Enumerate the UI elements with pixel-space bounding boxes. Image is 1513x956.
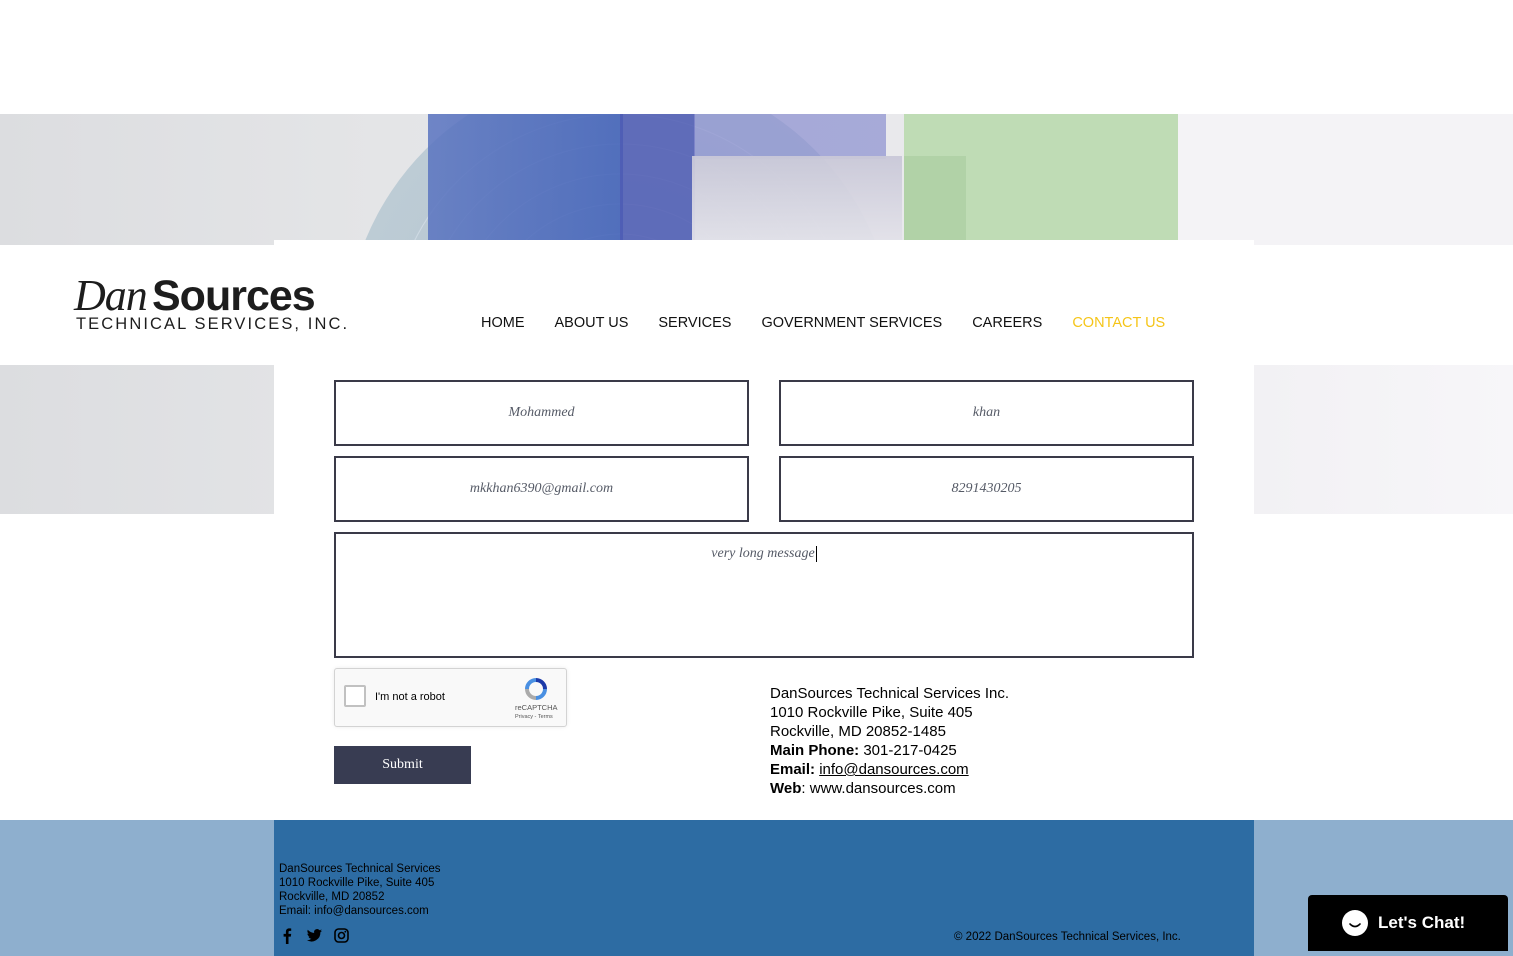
footer-city: Rockville, MD 20852: [279, 891, 385, 903]
address-city: Rockville, MD 20852-1485: [770, 723, 946, 740]
recaptcha-icon: [525, 678, 547, 700]
email-field[interactable]: mkkhan6390@gmail.com: [334, 456, 749, 522]
recaptcha-checkbox[interactable]: [344, 685, 366, 707]
submit-button[interactable]: Submit: [334, 746, 471, 784]
nav-contact-us[interactable]: CONTACT US: [1072, 315, 1165, 335]
address-company: DanSources Technical Services Inc.: [770, 685, 1010, 702]
nav-home[interactable]: HOME: [481, 315, 525, 335]
email-value: mkkhan6390@gmail.com: [469, 481, 614, 496]
facebook-icon[interactable]: [279, 927, 296, 944]
address-phone-line: Main Phone: 301-217-0425: [770, 741, 1009, 760]
nav-government-services[interactable]: GOVERNMENT SERVICES: [761, 315, 942, 335]
logo-sources: Sources: [152, 272, 316, 320]
company-logo[interactable]: Dan Sources TECHNICAL SERVICES, INC.: [74, 270, 354, 340]
recaptcha-widget: I'm not a robot reCAPTCHA Privacy - Term…: [334, 668, 567, 727]
text-caret: [815, 546, 817, 562]
instagram-icon[interactable]: [333, 927, 350, 944]
chat-widget-button[interactable]: Let's Chat!: [1308, 895, 1508, 951]
footer-address: DanSources Technical Services 1010 Rockv…: [279, 862, 441, 918]
phone-value: 8291430205: [951, 481, 1022, 496]
chat-bubble-icon: [1342, 910, 1368, 936]
social-links: [279, 927, 350, 944]
web-address: : www.dansources.com: [801, 780, 956, 797]
web-label: Web: [770, 780, 802, 797]
nav-careers[interactable]: CAREERS: [972, 315, 1042, 335]
recaptcha-terms[interactable]: Privacy - Terms: [515, 714, 553, 720]
last-name-value: khan: [972, 405, 1001, 420]
nav-about-us[interactable]: ABOUT US: [555, 315, 629, 335]
chat-label: Let's Chat!: [1378, 913, 1466, 932]
email-label: Email:: [770, 761, 816, 778]
copyright-notice: © 2022 DanSources Technical Services, In…: [954, 931, 1181, 943]
first-name-field[interactable]: Mohammed: [334, 380, 749, 446]
nav-services[interactable]: SERVICES: [658, 315, 731, 335]
main-nav: HOME ABOUT US SERVICES GOVERNMENT SERVIC…: [481, 315, 1195, 335]
message-value: very long message: [711, 546, 815, 561]
address-web-line: Web: www.dansources.com: [770, 779, 1009, 798]
last-name-field[interactable]: khan: [779, 380, 1194, 446]
message-field[interactable]: very long message: [334, 532, 1194, 658]
logo-subtitle: TECHNICAL SERVICES, INC.: [76, 315, 350, 333]
footer-email: Email: info@dansources.com: [279, 905, 429, 917]
footer-street: 1010 Rockville Pike, Suite 405: [279, 877, 435, 889]
address-street: 1010 Rockville Pike, Suite 405: [770, 704, 973, 721]
company-address: DanSources Technical Services Inc. 1010 …: [770, 684, 1009, 798]
logo-dan: Dan: [74, 271, 148, 320]
footer-company: DanSources Technical Services: [279, 863, 441, 875]
phone-label: Main Phone:: [770, 742, 860, 759]
phone-number: 301-217-0425: [859, 742, 957, 759]
email-link[interactable]: info@dansources.com: [819, 761, 968, 778]
recaptcha-label: I'm not a robot: [375, 691, 445, 703]
first-name-value: Mohammed: [508, 405, 575, 420]
phone-field[interactable]: 8291430205: [779, 456, 1194, 522]
twitter-icon[interactable]: [306, 927, 323, 944]
address-email-line: Email: info@dansources.com: [770, 760, 1009, 779]
recaptcha-brand: reCAPTCHA: [515, 703, 558, 712]
